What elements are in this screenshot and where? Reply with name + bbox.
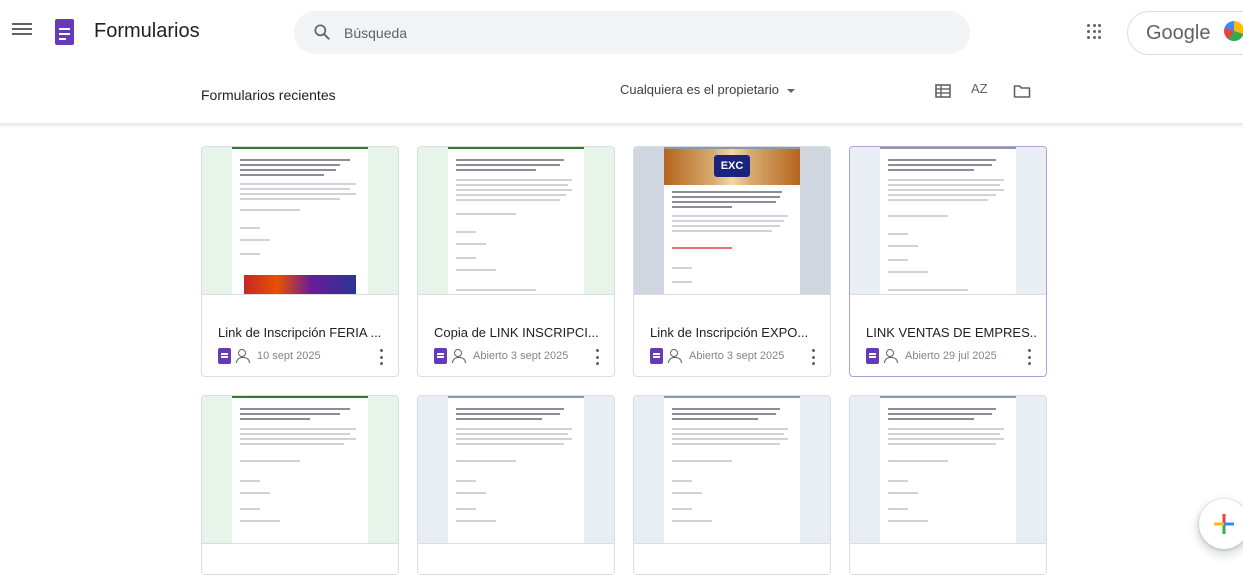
more-options-icon[interactable]: [812, 349, 816, 365]
shared-icon: [884, 349, 900, 363]
owner-filter-label: Cualquiera es el propietario: [620, 82, 779, 97]
form-thumbnail: [634, 396, 830, 544]
more-options-icon[interactable]: [380, 349, 384, 365]
caret-down-icon: [786, 88, 795, 93]
form-thumbnail: [418, 147, 614, 295]
more-options-icon[interactable]: [1028, 349, 1032, 365]
logo-icon: EXC: [714, 155, 750, 177]
form-type-icon: [218, 348, 231, 364]
shared-icon: [452, 349, 468, 363]
shared-icon: [236, 349, 252, 363]
forms-logo-icon[interactable]: [55, 19, 74, 45]
form-type-icon: [650, 348, 663, 364]
owner-filter-dropdown[interactable]: Cualquiera es el propietario: [620, 82, 795, 97]
app-title[interactable]: Formularios: [94, 20, 200, 43]
section-title: Formularios recientes: [201, 87, 336, 103]
search-bar[interactable]: [294, 11, 970, 54]
folder-icon[interactable]: [1012, 81, 1032, 101]
form-thumbnail: [850, 396, 1046, 544]
main-menu-icon[interactable]: [12, 20, 32, 40]
form-meta: Abierto 3 sept 2025: [434, 347, 568, 365]
form-date: Abierto 29 jul 2025: [905, 350, 997, 362]
google-apps-icon[interactable]: [1087, 24, 1103, 40]
form-thumbnail: [850, 147, 1046, 295]
form-card[interactable]: [633, 395, 831, 575]
sort-az-icon[interactable]: AZ: [971, 81, 991, 101]
more-options-icon[interactable]: [596, 349, 600, 365]
create-form-button[interactable]: [1199, 499, 1243, 549]
form-title: Copia de LINK INSCRIPCI...: [434, 325, 599, 340]
form-card[interactable]: [417, 395, 615, 575]
top-app-bar: Formularios Google: [0, 0, 1243, 64]
form-card[interactable]: EXC Link de Inscripción EXPO... Abierto …: [633, 146, 831, 377]
account-label: Google: [1146, 22, 1211, 44]
account-button[interactable]: Google: [1127, 11, 1243, 55]
shared-icon: [668, 349, 684, 363]
form-card[interactable]: Copia de LINK INSCRIPCI... Abierto 3 sep…: [417, 146, 615, 377]
search-input[interactable]: [344, 11, 944, 54]
form-date: Abierto 3 sept 2025: [473, 350, 569, 362]
form-title: LINK VENTAS DE EMPRES...: [866, 325, 1036, 340]
avatar: [1224, 21, 1243, 41]
form-meta: 10 sept 2025: [218, 347, 321, 365]
search-icon[interactable]: [312, 22, 332, 42]
form-meta: Abierto 3 sept 2025: [650, 347, 784, 365]
form-date: Abierto 3 sept 2025: [689, 350, 785, 362]
list-view-icon[interactable]: [933, 81, 953, 101]
plus-icon: [1214, 514, 1234, 534]
form-type-icon: [434, 348, 447, 364]
form-title: Link de Inscripción FERIA ...: [218, 325, 382, 340]
form-thumbnail: [418, 396, 614, 544]
form-meta: Abierto 29 jul 2025: [866, 347, 997, 365]
form-card[interactable]: LINK VENTAS DE EMPRES... Abierto 29 jul …: [849, 146, 1047, 377]
form-thumbnail: [202, 147, 398, 295]
form-thumbnail: EXC: [634, 147, 830, 295]
form-thumbnail: [202, 396, 398, 544]
form-card[interactable]: Link de Inscripción FERIA ... 10 sept 20…: [201, 146, 399, 377]
form-card[interactable]: [201, 395, 399, 575]
list-toolbar: Formularios recientes Cualquiera es el p…: [0, 64, 1243, 124]
form-type-icon: [866, 348, 879, 364]
form-title: Link de Inscripción EXPO...: [650, 325, 809, 340]
form-date: 10 sept 2025: [257, 350, 321, 362]
form-card[interactable]: [849, 395, 1047, 575]
